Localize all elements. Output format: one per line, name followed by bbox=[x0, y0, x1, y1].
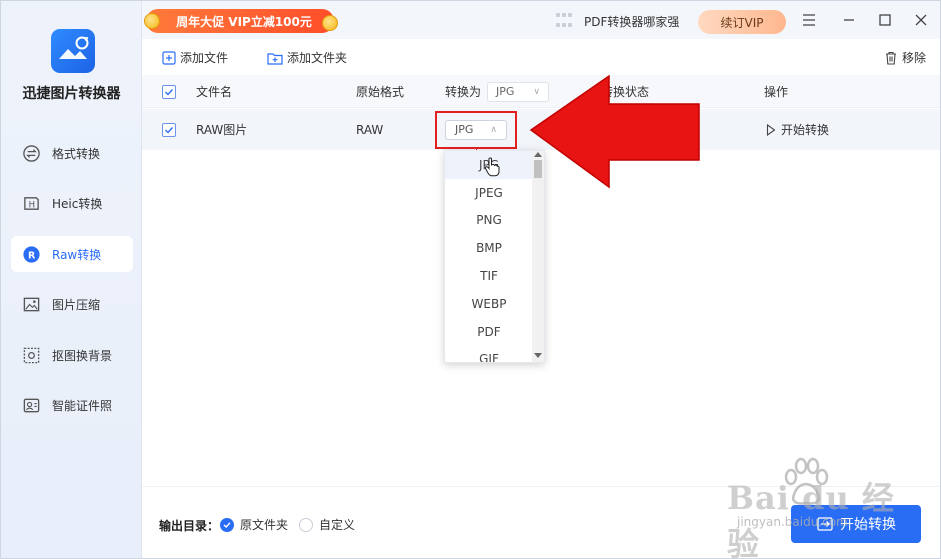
close-icon[interactable] bbox=[912, 11, 930, 29]
add-file-icon bbox=[162, 50, 176, 65]
sidebar-item-cutout[interactable]: 抠图换背景 bbox=[11, 337, 133, 373]
row-filename: RAW图片 bbox=[196, 123, 248, 137]
maximize-icon[interactable] bbox=[876, 11, 894, 29]
row-format: RAW bbox=[356, 122, 384, 137]
radio-original-label: 原文件夹 bbox=[240, 518, 289, 532]
batch-format-value: JPG bbox=[496, 85, 515, 98]
sidebar-nav: 格式转换 H Heic转换 R Raw转换 图片压缩 抠图换背景 智能证件照 bbox=[11, 135, 133, 438]
sidebar-item-label: 图片压缩 bbox=[52, 298, 101, 312]
footer: 输出目录： 原文件夹 自定义 开始转换 bbox=[142, 486, 940, 558]
sidebar-item-id-photo[interactable]: 智能证件照 bbox=[11, 388, 133, 424]
pdf-promo-link[interactable]: PDF转换器哪家强 bbox=[584, 13, 679, 30]
header-original-format: 原始格式 bbox=[356, 85, 405, 99]
app-title: 迅捷图片转换器 bbox=[22, 86, 121, 102]
output-dir-label: 输出目录： bbox=[159, 519, 220, 533]
add-folder-icon bbox=[267, 52, 283, 65]
menu-icon[interactable] bbox=[800, 11, 818, 29]
coin-icon bbox=[322, 15, 338, 31]
header-convert-to-label: 转换为 bbox=[445, 85, 482, 99]
renew-vip-button[interactable]: 续订VIP bbox=[698, 10, 786, 34]
trash-icon bbox=[886, 51, 896, 65]
annotation-highlight-box bbox=[435, 111, 517, 149]
swap-icon bbox=[21, 143, 41, 163]
pdf-app-icon bbox=[556, 13, 572, 31]
dropdown-option[interactable]: PDF bbox=[445, 318, 533, 346]
add-file-button[interactable]: 添加文件 bbox=[162, 49, 228, 66]
promo-banner[interactable]: 周年大促 VIP立减100元 bbox=[144, 9, 338, 33]
add-folder-button[interactable]: 添加文件夹 bbox=[267, 49, 347, 66]
dropdown-option[interactable]: GIF bbox=[445, 346, 533, 362]
svg-text:H: H bbox=[28, 200, 34, 210]
row-action-label: 开始转换 bbox=[781, 123, 830, 137]
heic-icon: H bbox=[21, 194, 41, 214]
radio-custom-label: 自定义 bbox=[319, 518, 356, 532]
convert-icon bbox=[817, 517, 833, 531]
row-checkbox[interactable] bbox=[162, 109, 176, 150]
sidebar-item-label: 抠图换背景 bbox=[52, 348, 113, 363]
radio-unchecked-icon bbox=[299, 517, 313, 532]
image-icon bbox=[21, 295, 41, 315]
app-window: 迅捷图片转换器 格式转换 H Heic转换 R Raw转换 图片压缩 抠图换背景… bbox=[0, 0, 941, 559]
scroll-down-icon[interactable] bbox=[534, 353, 542, 358]
sidebar-item-label: Heic转换 bbox=[52, 197, 103, 211]
sidebar-item-label: 格式转换 bbox=[52, 146, 101, 161]
sidebar-item-format-convert[interactable]: 格式转换 bbox=[11, 135, 133, 171]
sidebar: 迅捷图片转换器 格式转换 H Heic转换 R Raw转换 图片压缩 抠图换背景… bbox=[1, 1, 142, 558]
sidebar-item-heic-convert[interactable]: H Heic转换 bbox=[11, 186, 133, 222]
add-file-label: 添加文件 bbox=[180, 51, 229, 65]
start-convert-button[interactable]: 开始转换 bbox=[791, 505, 921, 543]
row-start-convert-button[interactable]: 开始转换 bbox=[766, 109, 829, 150]
dropdown-option[interactable]: TIF bbox=[445, 262, 533, 290]
dropdown-option[interactable]: BMP bbox=[445, 234, 533, 262]
sidebar-item-raw-convert[interactable]: R Raw转换 bbox=[11, 236, 133, 272]
app-logo-icon bbox=[51, 29, 95, 73]
toolbar: 添加文件 添加文件夹 移除 bbox=[142, 39, 940, 75]
id-photo-icon bbox=[21, 396, 41, 416]
dropdown-option[interactable]: JPEG bbox=[445, 179, 533, 207]
cutout-icon bbox=[21, 345, 41, 365]
dropdown-option[interactable]: PNG bbox=[445, 207, 533, 235]
annotation-arrow-icon bbox=[529, 74, 700, 189]
sidebar-item-label: Raw转换 bbox=[52, 247, 102, 262]
sidebar-item-image-compress[interactable]: 图片压缩 bbox=[11, 287, 133, 323]
dropdown-option[interactable]: WEBP bbox=[445, 290, 533, 318]
remove-button[interactable]: 移除 bbox=[884, 49, 926, 66]
radio-original-folder[interactable]: 原文件夹 bbox=[220, 516, 288, 533]
header-filename: 文件名 bbox=[196, 85, 233, 99]
play-icon bbox=[766, 123, 776, 136]
sidebar-item-label: 智能证件照 bbox=[52, 399, 113, 413]
radio-checked-icon bbox=[220, 517, 234, 532]
select-all-checkbox[interactable] bbox=[162, 75, 176, 108]
add-folder-label: 添加文件夹 bbox=[287, 51, 348, 65]
title-bar: 周年大促 VIP立减100元 PDF转换器哪家强 续订VIP bbox=[142, 1, 940, 39]
svg-text:R: R bbox=[27, 250, 35, 261]
promo-text: 周年大促 VIP立减100元 bbox=[176, 14, 312, 29]
minimize-icon[interactable] bbox=[840, 11, 858, 29]
hand-cursor-icon bbox=[484, 157, 500, 177]
header-action: 操作 bbox=[764, 85, 789, 99]
raw-icon: R bbox=[21, 244, 41, 264]
start-convert-label: 开始转换 bbox=[840, 517, 896, 533]
radio-custom-folder[interactable]: 自定义 bbox=[299, 516, 355, 533]
coin-icon bbox=[144, 13, 160, 29]
remove-label: 移除 bbox=[902, 51, 927, 65]
